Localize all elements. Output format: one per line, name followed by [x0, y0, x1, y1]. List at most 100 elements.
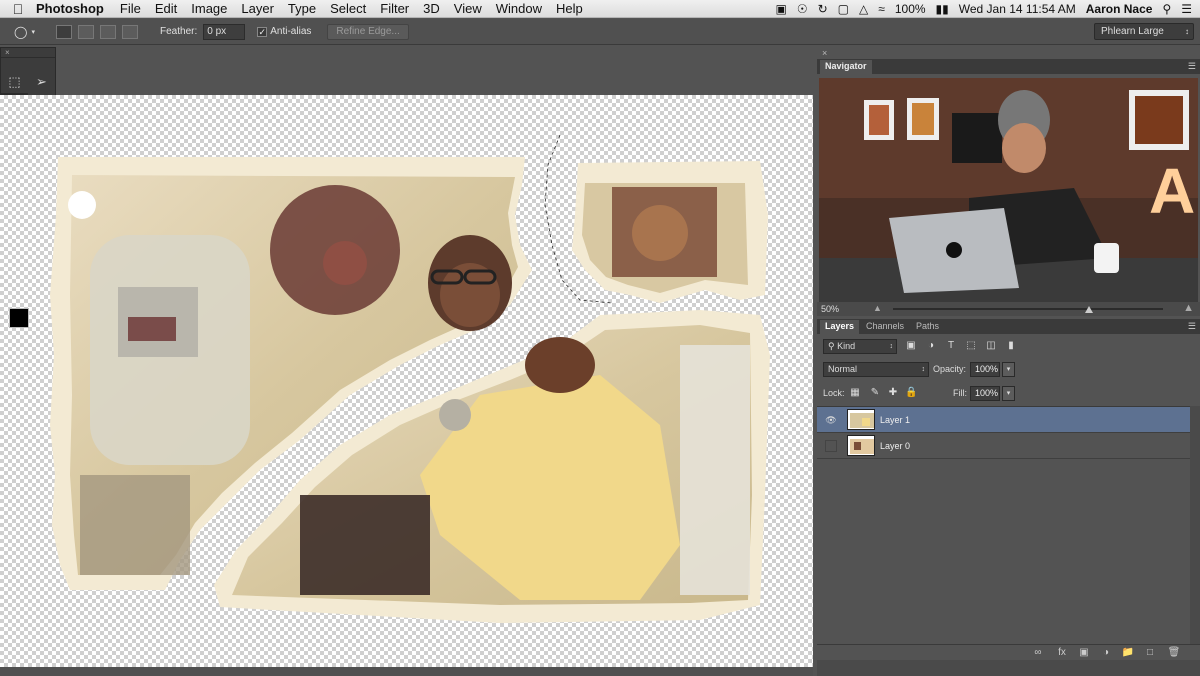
filter-kind-label: Kind [837, 341, 856, 351]
document-canvas[interactable] [0, 95, 813, 667]
refine-edge-button[interactable]: Refine Edge... [327, 23, 409, 40]
filter-pixel-icon[interactable]: ▣ [905, 340, 917, 352]
chevron-down-icon: ▾ [31, 28, 35, 36]
menu-3d[interactable]: 3D [423, 1, 440, 16]
notification-center-icon[interactable]: ☰ [1181, 2, 1192, 16]
new-layer-icon[interactable]: □ [1143, 647, 1157, 659]
layers-scrollbar[interactable] [1190, 406, 1200, 644]
tab-paths[interactable]: Paths [911, 320, 944, 334]
menu-layer[interactable]: Layer [241, 1, 274, 16]
layer-name[interactable]: Layer 0 [880, 441, 910, 451]
layer-filter-kind[interactable]: ⚲ Kind ↕ [823, 339, 897, 354]
antialias-checkbox[interactable]: ✓ Anti-alias [257, 26, 311, 37]
zoom-slider-track[interactable] [893, 308, 1163, 310]
zoom-in-icon[interactable]: ▲ [1183, 302, 1194, 314]
panel-menu-icon[interactable]: ☰ [1188, 61, 1196, 72]
menu-app-name[interactable]: Photoshop [36, 1, 104, 16]
new-group-icon[interactable]: 📁 [1121, 647, 1135, 659]
options-bar: ◯ ▾ Feather: 0 px ✓ Anti-alias Refine Ed… [0, 19, 1200, 45]
lasso-tool-icon: ◯ [14, 24, 28, 39]
tool-preset-picker[interactable]: ◯ ▾ [14, 25, 50, 39]
layer-style-icon[interactable]: fx [1055, 647, 1069, 659]
menu-type[interactable]: Type [288, 1, 316, 16]
feather-input[interactable]: 0 px [203, 23, 246, 40]
lock-image-icon[interactable]: ✎ [869, 387, 881, 399]
close-icon[interactable]: × [822, 48, 827, 58]
camera-icon[interactable]: ▣ [776, 2, 787, 16]
layer-row[interactable]: Layer 0 [817, 433, 1190, 459]
menu-filter[interactable]: Filter [380, 1, 409, 16]
menu-select[interactable]: Select [330, 1, 366, 16]
menu-file[interactable]: File [120, 1, 141, 16]
wifi-icon[interactable]: ≈ [878, 2, 885, 16]
battery-icon[interactable]: ▮▮ [936, 2, 949, 16]
filter-toggle-icon[interactable]: ▮ [1005, 340, 1017, 352]
display-icon[interactable]: ▢ [838, 2, 849, 16]
visibility-toggle-box[interactable] [825, 440, 837, 452]
move-tool-icon[interactable]: ➢ [28, 70, 55, 93]
opacity-input[interactable]: 100% [970, 362, 1000, 377]
airplay-icon[interactable]: △ [859, 2, 868, 16]
menubar-status-area: ▣ ☉ ↻ ▢ △ ≈ 100% ▮▮ Wed Jan 14 11:54 AM … [776, 0, 1193, 18]
creative-cloud-icon[interactable]: ☉ [797, 2, 808, 16]
filter-shape-icon[interactable]: ⬚ [965, 340, 977, 352]
intersect-selection-button[interactable] [122, 24, 138, 39]
layer-thumbnail-image [848, 410, 874, 429]
apple-menu-icon[interactable]:  [0, 1, 36, 17]
workspace-switcher[interactable]: Phlearn Large ↕ [1094, 23, 1194, 40]
menu-window[interactable]: Window [496, 1, 542, 16]
new-selection-button[interactable] [56, 24, 72, 39]
spotlight-search-icon[interactable]: ⚲ [1162, 2, 1171, 16]
tools-panel-handle[interactable]: × [1, 48, 55, 58]
zoom-out-icon[interactable]: ▲ [873, 303, 882, 313]
navigator-preview[interactable]: A [819, 78, 1198, 302]
adjustment-layer-icon[interactable]: ◑ [1099, 647, 1113, 659]
lock-transparent-icon[interactable]: ▦ [849, 387, 861, 399]
add-to-selection-button[interactable] [78, 24, 94, 39]
visibility-eye-icon[interactable]: 👁 [825, 414, 837, 426]
workspace-name: Phlearn Large [1101, 26, 1164, 37]
layer-thumbnail[interactable] [847, 435, 875, 456]
dock-bottom-bar [817, 660, 1200, 676]
navigator-zoom-bar: 50% ▲ ▲ [817, 302, 1200, 316]
layer-thumbnail[interactable] [847, 409, 875, 430]
zoom-slider-handle[interactable] [1085, 306, 1093, 313]
sync-icon[interactable]: ↻ [818, 2, 828, 16]
chevron-updown-icon: ↕ [889, 343, 894, 350]
blend-mode-select[interactable]: Normal ↕ [823, 362, 929, 377]
photoshop-window: { "menubar": { "app_name": "Photoshop", … [0, 0, 1200, 676]
filter-type-icon[interactable]: T [945, 340, 957, 352]
fill-input[interactable]: 100% [970, 386, 1000, 401]
panel-menu-icon[interactable]: ☰ [1188, 321, 1196, 332]
subtract-from-selection-button[interactable] [100, 24, 116, 39]
lock-label: Lock: [823, 388, 845, 398]
antialias-check-mark: ✓ [257, 26, 268, 37]
opacity-slider-toggle[interactable]: ▾ [1002, 362, 1015, 377]
menubar-datetime[interactable]: Wed Jan 14 11:54 AM [959, 2, 1076, 16]
filter-adjustment-icon[interactable]: ◑ [925, 340, 937, 352]
add-mask-icon[interactable]: ▣ [1077, 647, 1091, 659]
delete-layer-icon[interactable]: 🗑 [1167, 647, 1181, 659]
fill-slider-toggle[interactable]: ▾ [1002, 386, 1015, 401]
marquee-tool-icon[interactable]: ⬚ [1, 70, 28, 93]
tab-layers[interactable]: Layers [820, 320, 860, 334]
layers-panel-header: Layers Channels Paths ☰ [817, 319, 1200, 334]
navigator-zoom-value[interactable]: 50% [821, 304, 839, 314]
foreground-color-swatch[interactable] [9, 308, 29, 328]
layer-row[interactable]: 👁 Layer 1 [817, 407, 1190, 433]
layer-name[interactable]: Layer 1 [880, 415, 910, 425]
filter-smart-object-icon[interactable]: ◫ [985, 340, 997, 352]
menu-help[interactable]: Help [556, 1, 583, 16]
lock-position-icon[interactable]: ✚ [887, 387, 899, 399]
tab-channels[interactable]: Channels [861, 320, 909, 334]
menubar-user[interactable]: Aaron Nace [1086, 2, 1153, 16]
menu-edit[interactable]: Edit [155, 1, 177, 16]
menu-image[interactable]: Image [191, 1, 227, 16]
lock-all-icon[interactable]: 🔒 [905, 387, 917, 399]
search-icon: ⚲ [828, 341, 835, 351]
webcam-overlay-image: A [819, 78, 1198, 302]
tab-navigator[interactable]: Navigator [820, 60, 872, 74]
menu-view[interactable]: View [454, 1, 482, 16]
link-layers-icon[interactable]: ∞ [1031, 647, 1045, 659]
torn-photo-artwork [50, 134, 770, 623]
